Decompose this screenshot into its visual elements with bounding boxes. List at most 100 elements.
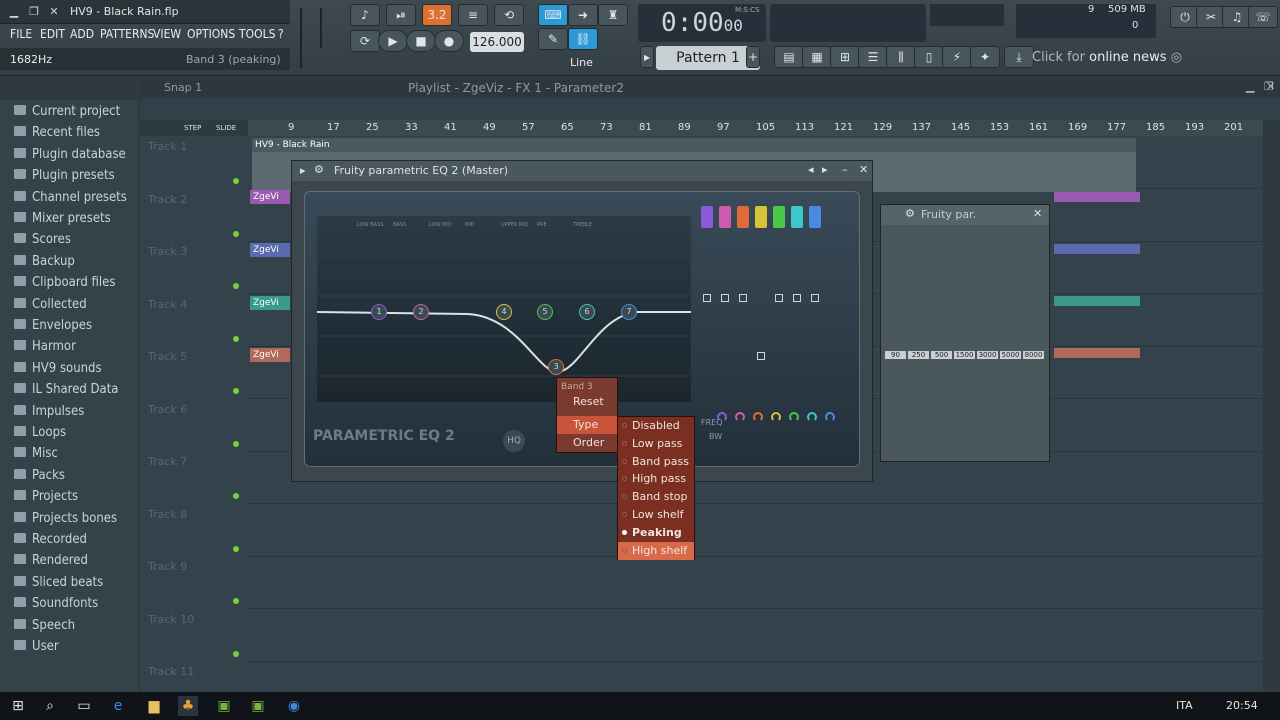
browser-item[interactable]: Speech	[6, 616, 75, 636]
eq-graph[interactable]: LOW BASS BASS LOW MID MID UPPER MID PRE TREBLE…	[317, 216, 691, 402]
eq-close-icon[interactable]: ✕	[859, 163, 868, 176]
hq-button[interactable]: HQ	[503, 430, 525, 452]
search-icon[interactable]: ⌕	[40, 696, 60, 716]
band-freq-knob[interactable]	[753, 412, 763, 422]
track-mute-led[interactable]	[233, 493, 239, 499]
browser-item[interactable]: Plugin database	[6, 145, 126, 165]
eq-next-preset-icon[interactable]: ▸	[822, 163, 828, 176]
phone-icon[interactable]: ☏	[1248, 6, 1278, 28]
news-link[interactable]: Click for online news ◎	[1032, 46, 1192, 70]
typing-keyboard-button[interactable]: ⌨	[538, 4, 568, 26]
track-name[interactable]: Track 5	[148, 350, 187, 363]
type-option[interactable]: High shelf	[618, 541, 694, 560]
track-name[interactable]: Track 1	[148, 140, 187, 153]
automation-bar-4[interactable]	[1054, 348, 1140, 358]
band-node[interactable]: 2	[413, 304, 429, 320]
band-color-tab[interactable]	[791, 206, 803, 228]
type-option[interactable]: Band pass	[618, 453, 694, 471]
record-button[interactable]: ●	[434, 30, 464, 52]
band-gain-fader[interactable]	[721, 294, 729, 302]
tools-icon[interactable]: ✦	[970, 46, 1000, 68]
mixer-icon[interactable]: ☰	[858, 46, 888, 68]
band-gain-fader[interactable]	[811, 294, 819, 302]
channel-rack-icon[interactable]: ⊞	[830, 46, 860, 68]
type-option[interactable]: Band stop	[618, 488, 694, 506]
band-freq-knob[interactable]	[807, 412, 817, 422]
master-pitch-slider[interactable]	[320, 8, 332, 48]
track-name[interactable]: Track 3	[148, 245, 187, 258]
track-mute-led[interactable]	[233, 650, 239, 657]
automation-bar-2[interactable]	[1054, 244, 1140, 254]
band-freq-knob[interactable]	[789, 412, 799, 422]
menu-file[interactable]: FILE	[10, 27, 32, 41]
master-volume-slider[interactable]	[300, 8, 312, 68]
band-node[interactable]: 1	[371, 304, 387, 320]
track-mute-led[interactable]	[233, 598, 239, 604]
app-icon-2[interactable]: ▣	[248, 696, 268, 716]
mini-eq-window[interactable]: Fruity par. ⚙ ✕ 90 250 500 1500 3000 5000 8000	[880, 204, 1050, 462]
steam-icon[interactable]: ◉	[284, 696, 304, 716]
band-node[interactable]: 4	[496, 304, 512, 320]
loop-button[interactable]: ⟳	[350, 30, 380, 52]
browser-item[interactable]: Soundfonts	[6, 594, 98, 614]
browser-item[interactable]: HV9 sounds	[6, 359, 102, 379]
track-name[interactable]: Track 2	[148, 193, 187, 206]
track-mute-led[interactable]	[233, 283, 239, 289]
type-option[interactable]: Low shelf	[618, 506, 694, 524]
track-name[interactable]: Track 9	[148, 560, 187, 573]
track-name[interactable]: Track 7	[148, 455, 187, 468]
menu-options[interactable]: OPTIONS	[187, 27, 235, 41]
wait-input-button[interactable]: ⏯	[386, 4, 416, 26]
band-node[interactable]: 6	[579, 304, 595, 320]
automation-bar-1[interactable]	[1054, 192, 1140, 202]
track-mute-led[interactable]	[233, 388, 239, 394]
track-mute-led[interactable]	[233, 178, 239, 184]
browser-item[interactable]: Recorded	[6, 530, 87, 550]
timeline-ruler[interactable]: 9 17 25 33 41 49 57 65 73 81 89 97 105 113 121 129 137 14…	[248, 120, 1263, 136]
menu-edit[interactable]: EDIT	[40, 27, 65, 41]
browser-item[interactable]: User	[6, 637, 59, 657]
blend-button[interactable]: ⟲	[494, 4, 524, 26]
explorer-icon[interactable]: ▆	[144, 696, 164, 716]
menu-help[interactable]: ?	[278, 27, 284, 41]
browser-item[interactable]: Packs	[6, 466, 65, 486]
browser-item[interactable]: Current project	[6, 102, 120, 122]
link-icon[interactable]: ⛓	[568, 28, 598, 50]
mixer-faders-icon[interactable]: ⫼	[886, 46, 916, 68]
browser-item[interactable]: Mixer presets	[6, 209, 111, 229]
browser-item[interactable]: Scores	[6, 230, 71, 250]
band-gain-fader[interactable]	[775, 294, 783, 302]
track-mute-led[interactable]	[233, 545, 239, 552]
clock[interactable]: 20:54	[1226, 699, 1258, 712]
language-indicator[interactable]: ITA	[1176, 699, 1193, 712]
type-option[interactable]: Low pass	[618, 435, 694, 453]
menu-add[interactable]: ADD	[70, 27, 94, 41]
eq-menu-arrow-icon[interactable]: ▸	[300, 164, 306, 177]
pattern-add-button[interactable]: +	[746, 46, 760, 68]
band-freq-knob[interactable]	[825, 412, 835, 422]
app-icon-1[interactable]: ▣	[214, 696, 234, 716]
band-node[interactable]: 3	[548, 359, 564, 375]
track-name[interactable]: Track 4	[148, 298, 187, 311]
browser-item[interactable]: Plugin presets	[6, 166, 115, 186]
play-button[interactable]: ▶	[378, 30, 408, 52]
track-mute-led[interactable]	[233, 335, 239, 342]
start-icon[interactable]: ⊞	[8, 696, 28, 716]
browser-item[interactable]: Harmor	[6, 337, 76, 357]
snap-selector[interactable]: Snap 1	[164, 81, 202, 94]
browser-item[interactable]: Loops	[6, 423, 66, 443]
browser-item[interactable]: Projects	[6, 487, 78, 507]
track-mute-led[interactable]	[233, 230, 239, 237]
restore-button[interactable]: ❐	[26, 4, 42, 20]
mini-close-icon[interactable]: ✕	[1033, 207, 1042, 220]
browser-item[interactable]: IL Shared Data	[6, 380, 118, 400]
band-gain-fader[interactable]	[757, 352, 765, 360]
band-gain-fader[interactable]	[703, 294, 711, 302]
band-color-tab[interactable]	[773, 206, 785, 228]
context-order[interactable]: Order	[557, 434, 617, 452]
type-option[interactable]: Disabled	[618, 417, 694, 435]
menu-tools[interactable]: TOOLS	[239, 27, 275, 41]
browser-item[interactable]: Channel presets	[6, 188, 127, 208]
piano-roll-icon[interactable]: ▦	[802, 46, 832, 68]
stop-button[interactable]: ■	[406, 30, 436, 52]
